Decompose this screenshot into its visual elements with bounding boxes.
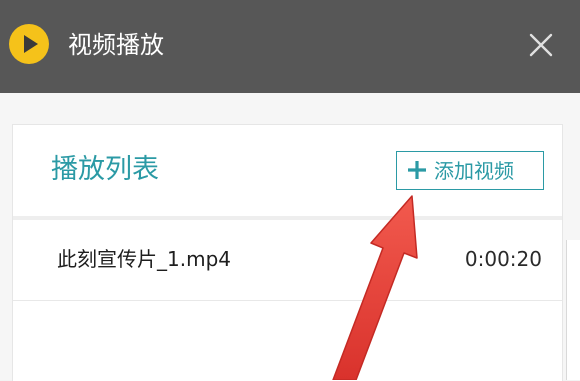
preview-panel-edge — [566, 240, 580, 380]
window-title: 视频播放 — [68, 31, 164, 59]
play-icon — [9, 24, 49, 64]
playlist-title: 播放列表 — [51, 154, 159, 185]
close-icon[interactable] — [524, 28, 558, 62]
add-video-label: 添加视频 — [434, 159, 514, 183]
playlist-item[interactable]: 此刻宣传片_1.mp4 0:00:20 — [13, 220, 562, 301]
playlist-panel: 播放列表 添加视频 此刻宣传片_1.mp4 0:00:20 — [12, 124, 563, 381]
playlist-empty-row — [13, 301, 562, 381]
title-bar: 视频播放 — [0, 0, 580, 93]
playlist-item-duration: 0:00:20 — [464, 247, 542, 271]
add-video-button[interactable]: 添加视频 — [396, 151, 544, 190]
plus-icon — [405, 158, 429, 182]
playlist-item-name: 此刻宣传片_1.mp4 — [57, 247, 231, 271]
